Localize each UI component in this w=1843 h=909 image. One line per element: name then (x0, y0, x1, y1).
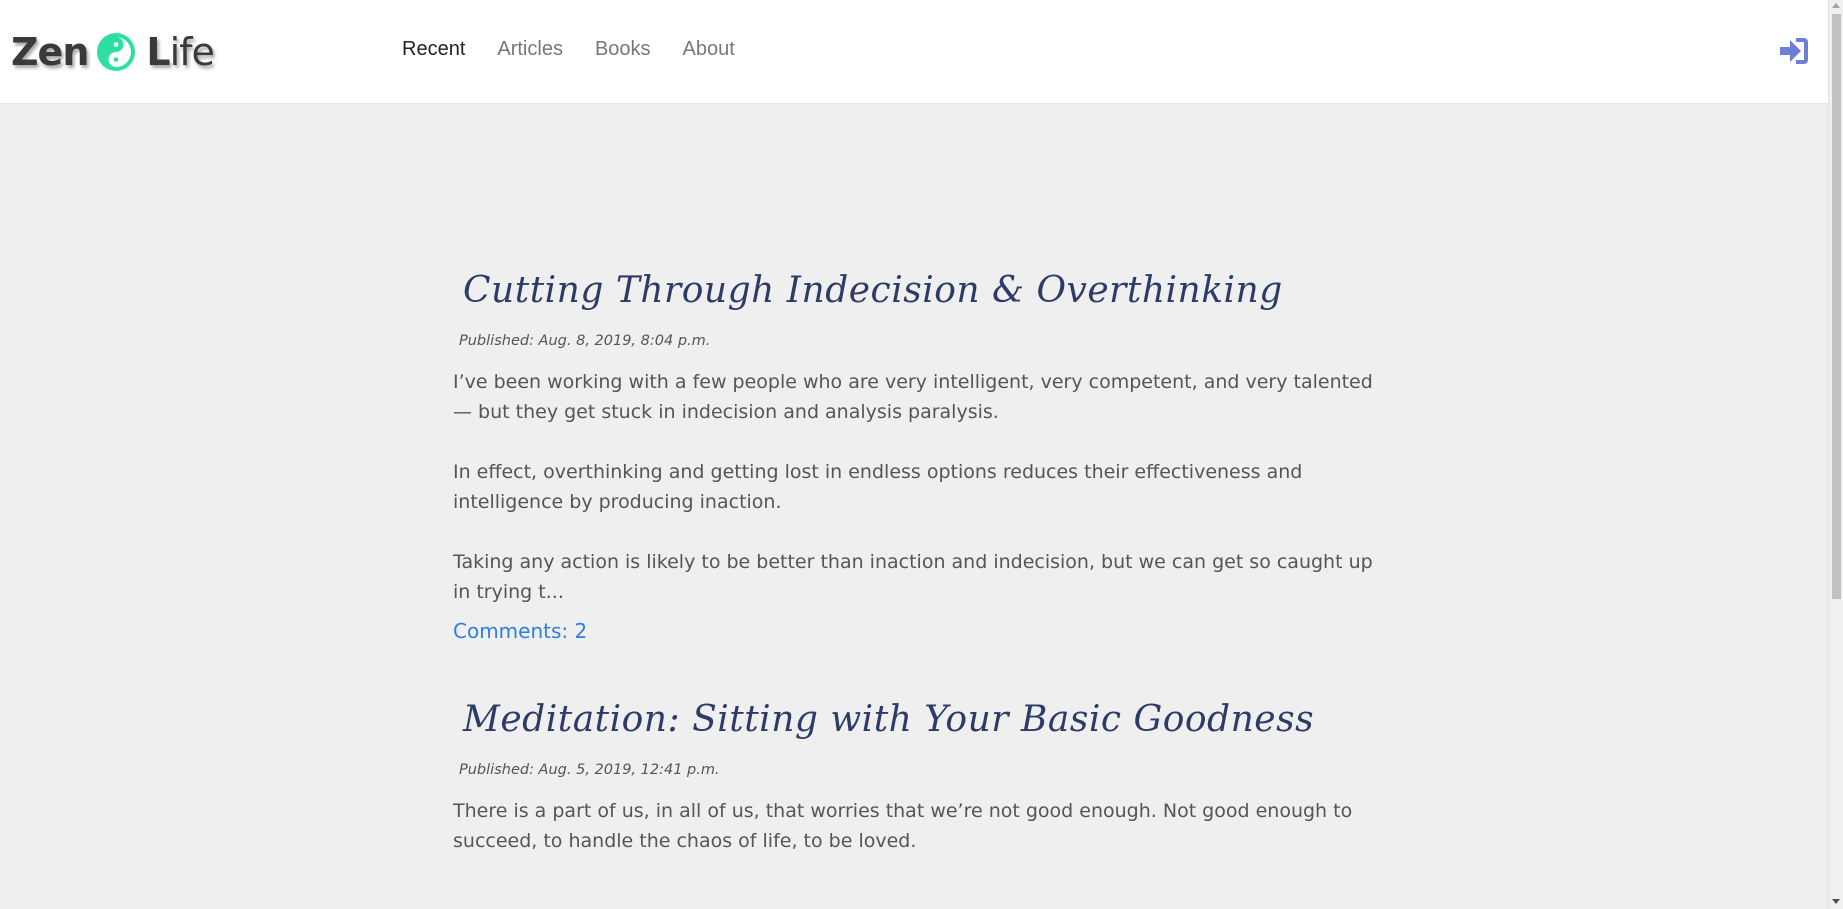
post-comments-link[interactable]: Comments: 2 (453, 619, 587, 643)
scroll-down-arrow-icon[interactable] (1832, 899, 1840, 904)
post-published-date: Published: Aug. 5, 2019, 12:41 p.m. (459, 762, 720, 778)
post-paragraph: There is a part of us, in all of us, tha… (453, 800, 1353, 852)
post-card: Meditation: Sitting with Your Basic Good… (453, 699, 1373, 886)
post-title[interactable]: Meditation: Sitting with Your Basic Good… (453, 699, 1373, 740)
site-logo[interactable]: Zen Life (11, 28, 215, 76)
page-scrollbar[interactable] (1828, 0, 1843, 909)
post-paragraph: In effect, overthinking and getting lost… (453, 461, 1303, 513)
post-title[interactable]: Cutting Through Indecision & Overthinkin… (453, 270, 1373, 311)
logo-text-left: Zen (11, 30, 89, 74)
sign-in-icon[interactable] (1778, 36, 1810, 66)
post-paragraph: Taking any action is likely to be better… (453, 551, 1373, 603)
nav-articles[interactable]: Articles (497, 38, 563, 61)
post-excerpt: I’ve been working with a few people who … (453, 367, 1373, 607)
scrollbar-thumb[interactable] (1832, 14, 1841, 599)
nav-about[interactable]: About (683, 38, 735, 61)
logo-text-right: Life (146, 30, 215, 74)
main-nav: Recent Articles Books About (402, 38, 767, 61)
nav-books[interactable]: Books (595, 38, 651, 61)
yin-yang-icon (97, 33, 136, 71)
scroll-up-arrow-icon[interactable] (1832, 3, 1840, 8)
site-header: Zen Life Recent Articles Books About (0, 0, 1828, 104)
post-card: Cutting Through Indecision & Overthinkin… (453, 270, 1373, 643)
post-excerpt: There is a part of us, in all of us, tha… (453, 796, 1373, 856)
post-paragraph: I’ve been working with a few people who … (453, 371, 1373, 423)
nav-recent[interactable]: Recent (402, 38, 465, 61)
post-published-date: Published: Aug. 8, 2019, 8:04 p.m. (459, 333, 711, 349)
